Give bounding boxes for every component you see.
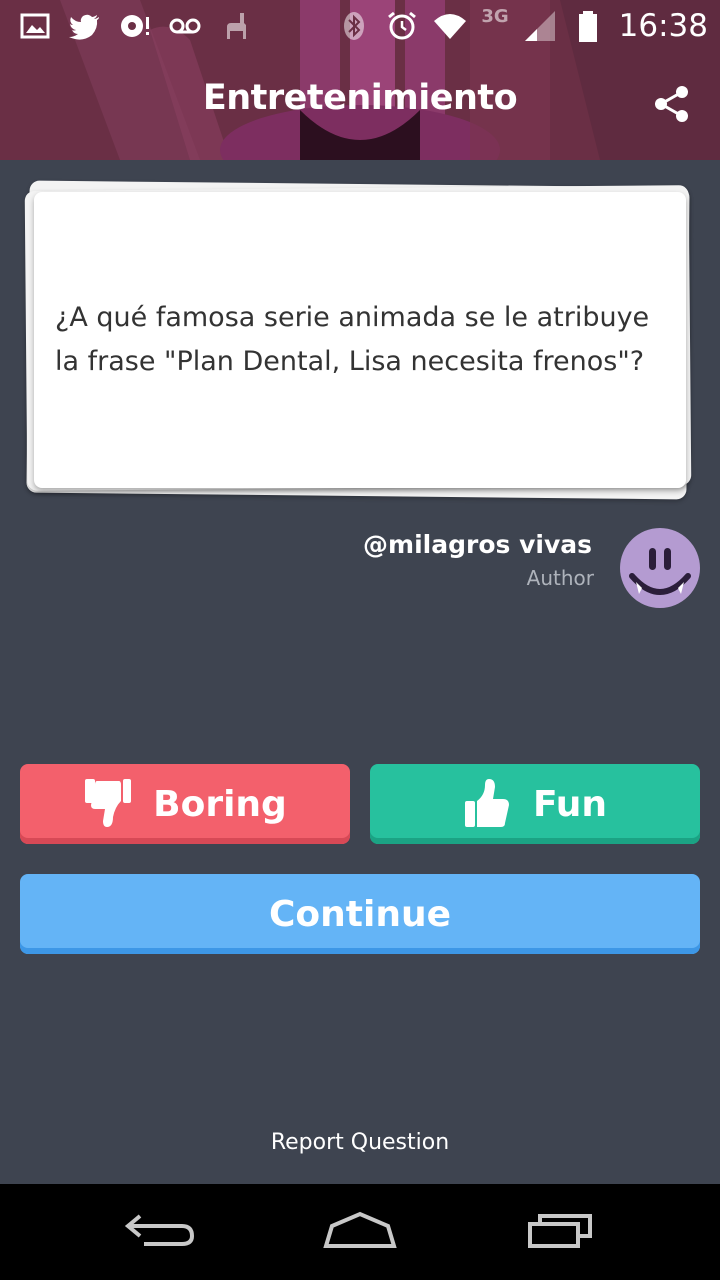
wifi-icon — [434, 14, 467, 39]
question-card-stack: ¿A qué famosa serie animada se le atribu… — [24, 180, 696, 500]
recents-icon[interactable] — [520, 1206, 600, 1256]
app-header: 3G 16:38 Entretenimiento — [0, 0, 720, 160]
continue-label: Continue — [268, 893, 451, 935]
voicemail-icon — [169, 18, 201, 34]
fun-label: Fun — [532, 783, 608, 825]
alarm-icon — [388, 11, 417, 40]
page-title: Entretenimiento — [202, 78, 518, 118]
status-bar: 3G 16:38 — [0, 0, 720, 50]
signal-icon — [524, 11, 555, 41]
clock: 16:38 — [618, 8, 708, 44]
home-icon[interactable] — [320, 1206, 400, 1256]
question-text: ¿A qué famosa serie animada se le atribu… — [55, 302, 650, 377]
author-name[interactable]: @milagros vivas — [363, 530, 592, 559]
boring-label: Boring — [153, 783, 287, 825]
thumbs-up-icon — [464, 779, 509, 827]
thumbs-down-icon — [85, 779, 132, 827]
back-icon[interactable] — [120, 1206, 200, 1256]
boring-button[interactable]: Boring — [20, 764, 350, 844]
question-card: ¿A qué famosa serie animada se le atribu… — [34, 192, 686, 488]
network-type-label: 3G — [481, 5, 509, 27]
smiley-avatar-icon[interactable] — [620, 528, 700, 608]
share-icon[interactable] — [652, 84, 692, 124]
twitter-icon — [69, 14, 99, 40]
author-role: Author — [526, 566, 594, 590]
system-nav-bar — [0, 1184, 720, 1280]
fun-button[interactable]: Fun — [370, 764, 700, 844]
llama-icon — [227, 13, 246, 39]
sync-alert-icon — [121, 15, 149, 37]
report-question-link[interactable]: Report Question — [0, 1130, 720, 1155]
continue-button[interactable]: Continue — [20, 874, 700, 954]
image-icon — [20, 13, 50, 39]
bluetooth-icon — [344, 12, 365, 40]
battery-icon — [578, 11, 597, 42]
